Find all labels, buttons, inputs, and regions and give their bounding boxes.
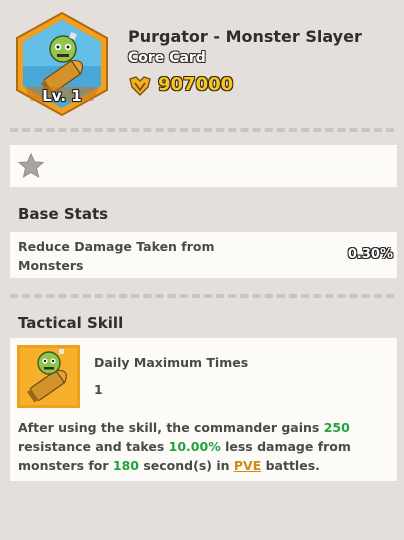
star-icon xyxy=(18,153,44,179)
pve-link[interactable]: PVE xyxy=(234,458,261,473)
gold-badge-icon xyxy=(129,76,151,96)
skill-description: After using the skill, the commander gai… xyxy=(18,418,392,475)
card-price: 907000 xyxy=(158,74,234,95)
card-type: Core Card xyxy=(128,50,206,66)
star-row xyxy=(10,145,397,187)
base-stats-heading: Base Stats xyxy=(18,205,109,223)
stat-value: 0.30% xyxy=(347,247,393,262)
desc-text: resistance and takes xyxy=(18,439,169,454)
desc-text: battles. xyxy=(261,458,320,473)
base-stat-row: Reduce Damage Taken from Monsters 0.30% xyxy=(10,232,397,278)
tactical-skill-card: Daily Maximum Times 1 After using the sk… xyxy=(10,338,397,481)
desc-text: After using the skill, the commander gai… xyxy=(18,420,324,435)
desc-value-percent: 10.00% xyxy=(168,439,221,454)
tactical-skill-heading: Tactical Skill xyxy=(18,314,124,332)
card-header: Lv. 1 Purgator - Monster Slayer Core Car… xyxy=(0,0,404,128)
desc-value-duration: 180 xyxy=(112,458,139,473)
desc-text: second(s) in xyxy=(139,458,234,473)
divider xyxy=(10,128,394,132)
skill-count: 1 xyxy=(94,382,103,397)
skill-icon xyxy=(17,345,80,408)
level-label: Lv. 1 xyxy=(42,87,82,105)
divider xyxy=(10,294,394,298)
skill-name: Daily Maximum Times xyxy=(94,355,249,370)
stat-label: Reduce Damage Taken from Monsters xyxy=(18,239,215,273)
card-title: Purgator - Monster Slayer xyxy=(128,27,362,46)
desc-value-resistance: 250 xyxy=(323,420,350,435)
card-portrait: Lv. 1 xyxy=(13,11,111,117)
